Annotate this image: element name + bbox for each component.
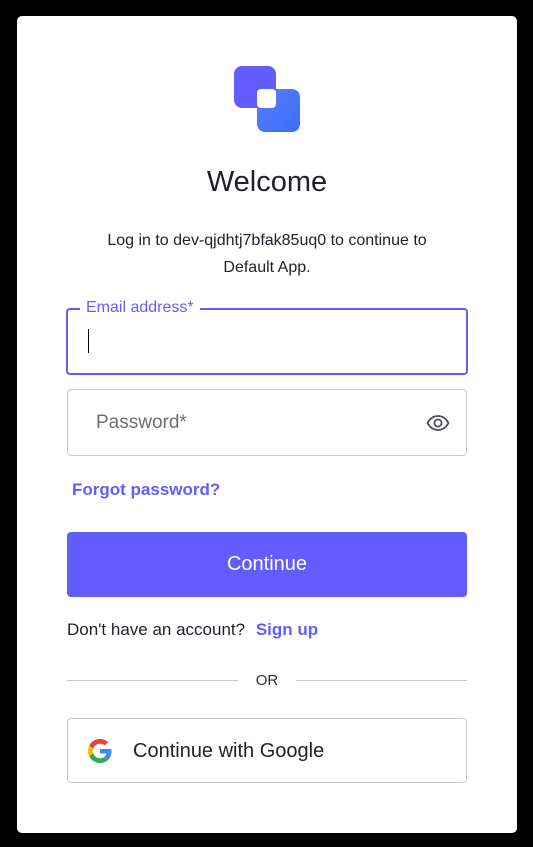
divider-line-left [67,680,238,681]
signup-row: Don't have an account? Sign up [67,620,318,640]
signup-prompt: Don't have an account? [67,620,246,639]
subtitle-line-1: Log in to dev-qjdhtj7bfak85uq0 to contin… [107,232,427,249]
subtitle-line-2: Default App. [223,259,311,276]
signup-link[interactable]: Sign up [256,620,318,639]
page-title: Welcome [206,166,328,198]
login-subtitle: Log in to dev-qjdhtj7bfak85uq0 to contin… [77,227,457,281]
app-logo-icon [234,66,300,132]
google-icon [88,739,112,763]
email-label: Email address* [80,298,200,318]
password-field[interactable] [67,389,467,456]
email-field[interactable]: Email address* [66,298,468,375]
password-input[interactable] [68,390,466,455]
email-input[interactable] [68,310,466,373]
continue-button[interactable]: Continue [67,532,467,597]
login-card: Welcome Log in to dev-qjdhtj7bfak85uq0 t… [17,16,517,833]
forgot-password-link[interactable]: Forgot password? [72,480,220,500]
divider-line-right [296,680,467,681]
divider-text: OR [255,672,279,689]
eye-icon[interactable] [426,411,450,435]
continue-with-google-button[interactable]: Continue with Google [67,718,467,783]
google-button-label: Continue with Google [133,740,325,762]
text-caret [88,329,89,353]
